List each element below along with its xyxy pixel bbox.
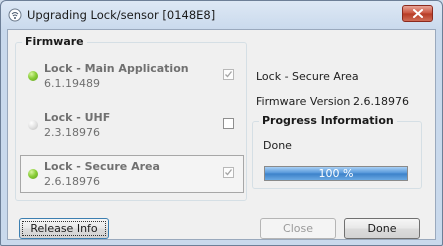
done-button[interactable]: Done [344,218,420,239]
checkmark-icon [225,169,233,176]
firmware-group: Firmware Lock - Main Application 6.1.194… [15,35,247,201]
firmware-item-checkbox[interactable] [223,167,234,178]
selected-item-name: Lock - Secure Area [256,70,359,83]
progress-percent: 100 % [318,167,354,180]
firmware-item-main-application[interactable]: Lock - Main Application 6.1.19489 [20,57,244,95]
close-button[interactable]: Close [260,218,336,239]
progress-group-title: Progress Information [259,114,397,127]
status-led-icon [28,71,38,81]
firmware-version-label: Firmware Version [256,95,351,108]
release-info-button[interactable]: Release Info [19,218,109,239]
firmware-item-name: Lock - Secure Area [44,160,160,173]
firmware-item-secure-area[interactable]: Lock - Secure Area 2.6.18976 [20,155,244,193]
dialog-body: Firmware Lock - Main Application 6.1.194… [7,29,436,240]
progress-group: Progress Information Done 100 % [252,114,422,189]
firmware-item-version: 2.6.18976 [44,175,100,188]
focus-rectangle [22,221,106,236]
checkmark-icon [225,71,233,78]
firmware-item-name: Lock - Main Application [44,62,189,75]
wireless-lock-icon [8,8,22,22]
progress-bar: 100 % [264,166,408,181]
firmware-item-checkbox[interactable] [223,69,234,80]
firmware-version-value: 2.6.18976 [353,95,409,108]
firmware-item-name: Lock - UHF [44,111,111,124]
status-led-icon [28,169,38,179]
status-led-icon [28,120,38,130]
upgrade-dialog: Upgrading Lock/sensor [0148E8] Firmware … [0,0,443,246]
window-close-button[interactable] [402,5,433,22]
firmware-item-uhf[interactable]: Lock - UHF 2.3.18976 [20,106,244,144]
firmware-group-title: Firmware [22,35,87,48]
firmware-item-version: 6.1.19489 [44,77,100,90]
progress-status: Done [263,139,292,152]
close-icon [413,9,423,18]
firmware-item-version: 2.3.18976 [44,126,100,139]
firmware-item-checkbox[interactable] [223,118,234,129]
title-bar[interactable]: Upgrading Lock/sensor [0148E8] [1,1,442,29]
window-title: Upgrading Lock/sensor [0148E8] [27,8,216,22]
close-button-label: Close [283,222,313,235]
done-button-label: Done [367,222,397,235]
